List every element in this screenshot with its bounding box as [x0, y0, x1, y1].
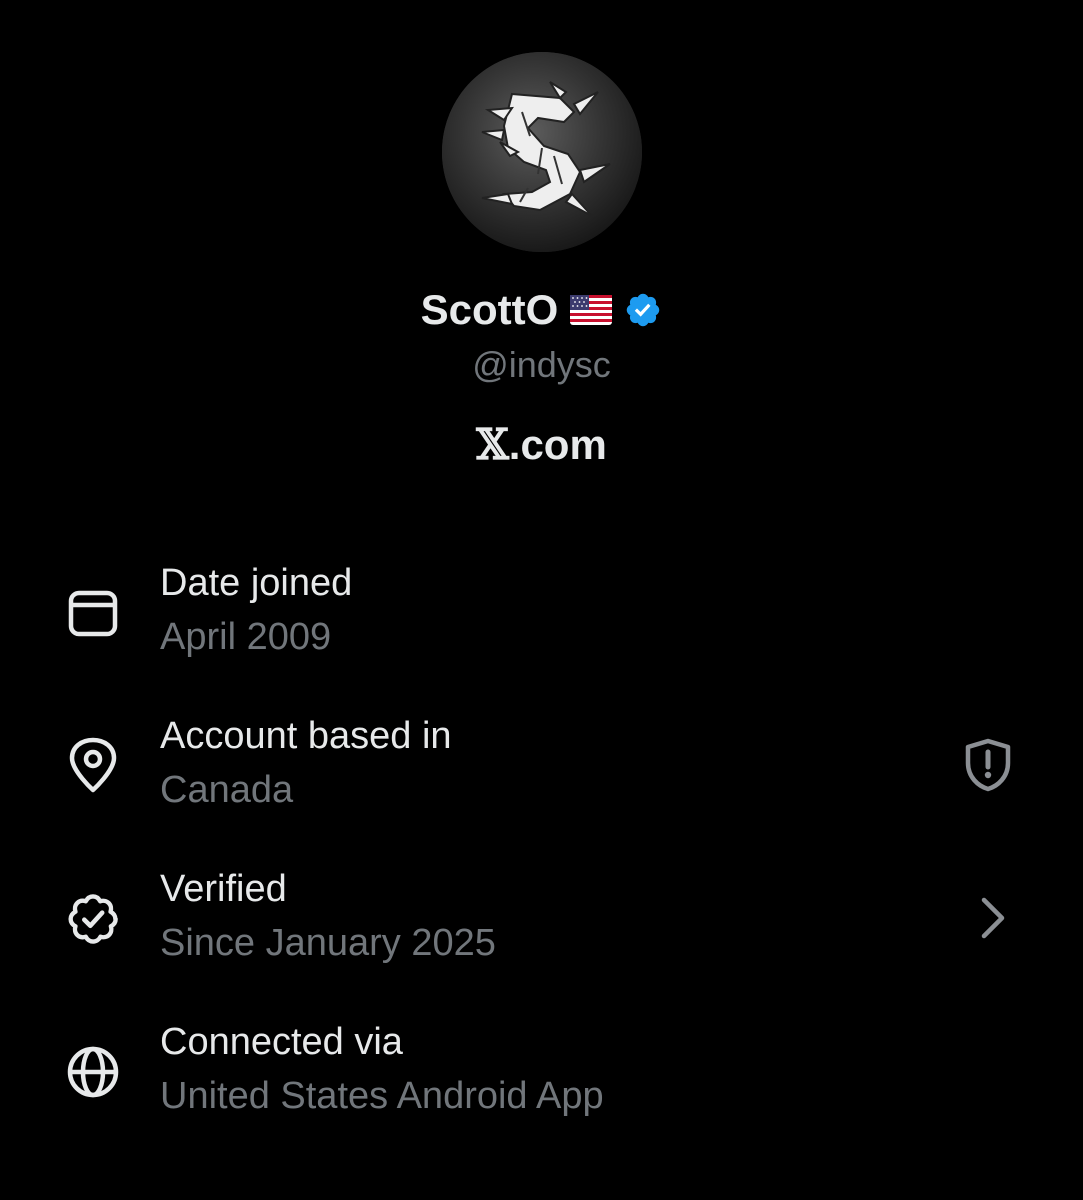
us-flag-emoji	[570, 295, 613, 325]
profile-name-row: ScottO	[0, 286, 1083, 342]
chevron-right-icon[interactable]	[964, 890, 1020, 946]
account-based-in-label: Account based in	[160, 715, 452, 757]
verified-seal-icon	[68, 894, 118, 944]
profile-avatar[interactable]	[442, 52, 642, 252]
connected-via-value: United States Android App	[160, 1075, 604, 1117]
date-joined-value: April 2009	[160, 616, 332, 658]
info-row-verified[interactable]: Verified Since January 2025	[0, 868, 1083, 978]
profile-handle: @indysc	[472, 344, 611, 385]
connected-via-label: Connected via	[160, 1021, 403, 1063]
site-suffix: .com	[508, 421, 607, 468]
info-row-account-based-in: Account based in Canada	[0, 715, 1083, 825]
account-based-in-value: Canada	[160, 769, 294, 811]
info-row-connected-via: Connected via United States Android App	[0, 1021, 1083, 1131]
verified-value: Since January 2025	[160, 922, 496, 964]
calendar-icon	[68, 590, 118, 637]
verified-badge-icon[interactable]	[624, 291, 662, 329]
globe-icon	[67, 1046, 119, 1098]
band-logo-avatar	[442, 52, 642, 252]
display-name: ScottO	[420, 286, 559, 333]
verified-label: Verified	[160, 868, 287, 910]
date-joined-label: Date joined	[160, 562, 353, 604]
x-logo-text: 𝕏	[476, 420, 509, 469]
shield-alert-icon[interactable]	[960, 737, 1016, 793]
location-pin-icon	[69, 737, 117, 793]
site-label: 𝕏.com	[0, 420, 1083, 469]
info-row-date-joined: Date joined April 2009	[0, 562, 1083, 672]
